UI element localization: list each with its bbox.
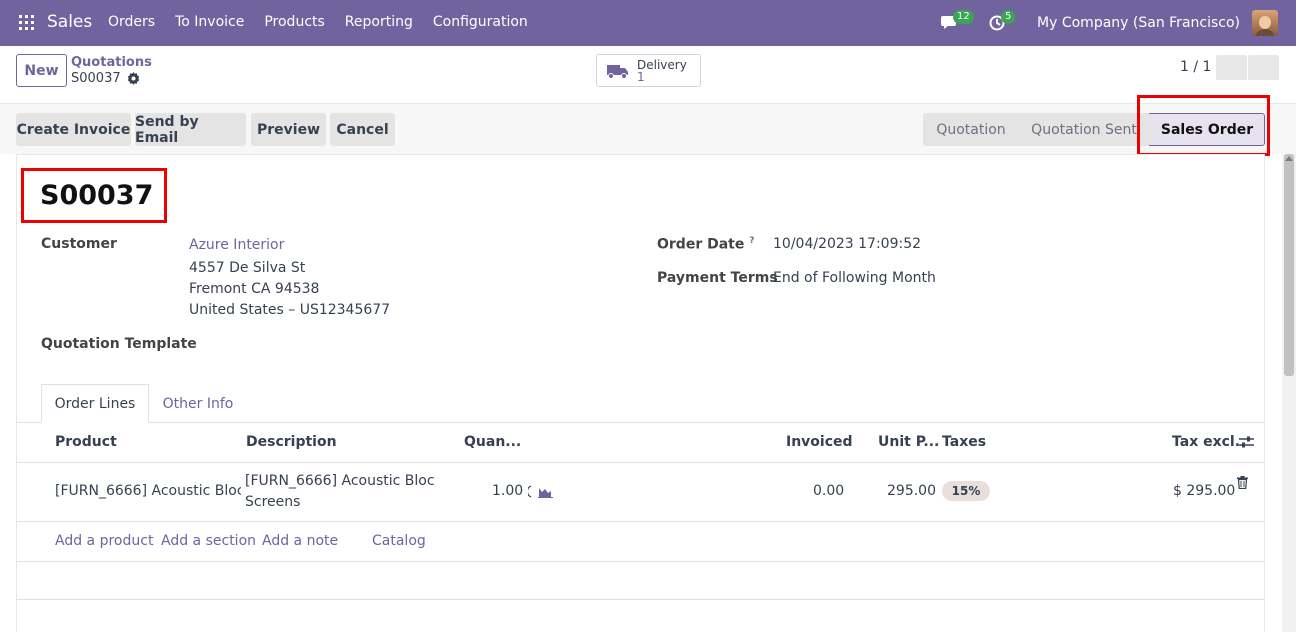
main-menu: Orders To Invoice Products Reporting Con… <box>108 14 548 30</box>
menu-reporting[interactable]: Reporting <box>345 14 413 30</box>
breadcrumb-current: S00037 <box>71 71 140 86</box>
row-product[interactable]: [FURN_6666] Acoustic Bloc Sc <box>55 483 241 499</box>
activities-button[interactable]: 5 <box>989 10 1016 34</box>
form-statusbar: Create Invoice Send by Email Preview Can… <box>0 104 1296 154</box>
messages-button[interactable]: 12 <box>941 10 974 34</box>
add-section-link[interactable]: Add a section <box>161 533 256 549</box>
order-date-value[interactable]: 10/04/2023 17:09:52 <box>773 236 921 252</box>
breadcrumb-current-label: S00037 <box>71 71 121 86</box>
column-invoiced[interactable]: Invoiced <box>786 434 853 450</box>
user-avatar[interactable] <box>1252 10 1278 36</box>
scrollbar-thumb[interactable] <box>1284 154 1294 376</box>
order-date-label: Order Date ? <box>657 236 754 253</box>
customer-address-line1: 4557 De Silva St <box>189 260 306 276</box>
quotation-template-label: Quotation Template <box>41 336 197 352</box>
customer-address-line2: Fremont CA 94538 <box>189 281 320 297</box>
customer-label: Customer <box>41 236 117 252</box>
row-divider <box>17 521 1264 522</box>
trash-icon[interactable] <box>1237 476 1248 489</box>
delivery-count: 1 <box>637 69 645 84</box>
stage-quotation[interactable]: Quotation <box>923 113 1019 146</box>
vertical-scrollbar[interactable] <box>1282 154 1296 632</box>
scroll-up-icon[interactable] <box>1285 156 1293 161</box>
order-date-label-text: Order Date <box>657 236 745 253</box>
order-date-help-icon[interactable]: ? <box>749 236 754 246</box>
customer-link[interactable]: Azure Interior <box>189 237 284 253</box>
optional-columns-icon[interactable] <box>1239 435 1254 449</box>
messages-count-badge: 12 <box>953 10 974 24</box>
create-invoice-button[interactable]: Create Invoice <box>16 113 131 146</box>
column-tax-excl[interactable]: Tax excl. <box>1172 434 1240 450</box>
payment-terms-label: Payment Terms <box>657 270 778 286</box>
company-switcher[interactable]: My Company (San Francisco) <box>1037 15 1240 31</box>
catalog-link[interactable]: Catalog <box>372 533 426 549</box>
add-product-link[interactable]: Add a product <box>55 533 153 549</box>
footer-divider <box>17 599 1264 600</box>
row-description-line1[interactable]: [FURN_6666] Acoustic Bloc <box>245 473 435 489</box>
new-button[interactable]: New <box>16 54 67 87</box>
tab-divider <box>17 422 1264 423</box>
stage-arrow <box>1149 113 1158 146</box>
gear-icon[interactable] <box>127 72 140 85</box>
header-divider <box>17 462 1264 463</box>
row-description-line2[interactable]: Screens <box>245 494 300 510</box>
control-panel: New Quotations S00037 Delivery 1 1 / 1 <box>0 46 1296 104</box>
row-unit-price[interactable]: 295.00 <box>887 483 936 499</box>
stage-quotation-sent[interactable]: Quotation Sent <box>1019 113 1149 146</box>
app-brand[interactable]: Sales <box>47 12 92 32</box>
highlight-box-name <box>21 168 167 223</box>
column-product[interactable]: Product <box>55 434 117 450</box>
pager-next-button[interactable] <box>1248 55 1279 80</box>
delivery-label: Delivery <box>637 57 687 72</box>
column-quantity[interactable]: Quan... <box>464 434 521 450</box>
breadcrumb-parent[interactable]: Quotations <box>71 55 152 70</box>
add-note-link[interactable]: Add a note <box>262 533 338 549</box>
delivery-smart-button[interactable]: Delivery 1 <box>596 54 701 87</box>
menu-to-invoice[interactable]: To Invoice <box>175 14 244 30</box>
column-unit-price[interactable]: Unit P... <box>878 434 939 450</box>
menu-products[interactable]: Products <box>264 14 324 30</box>
preview-button[interactable]: Preview <box>251 113 326 146</box>
send-by-email-button[interactable]: Send by Email <box>135 113 246 146</box>
customer-address-line3: United States – US12345677 <box>189 302 391 318</box>
menu-configuration[interactable]: Configuration <box>433 14 528 30</box>
truck-icon <box>607 64 628 79</box>
tab-order-lines[interactable]: Order Lines <box>41 384 149 423</box>
column-description[interactable]: Description <box>246 434 337 450</box>
row-subtotal: $ 295.00 <box>1173 483 1236 499</box>
pager-previous-button[interactable] <box>1216 55 1247 80</box>
tab-other-info[interactable]: Other Info <box>149 384 247 423</box>
pager-value[interactable]: 1 / 1 <box>1180 59 1211 75</box>
column-taxes[interactable]: Taxes <box>942 434 986 450</box>
row-invoiced[interactable]: 0.00 <box>813 483 844 499</box>
top-navbar: Sales Orders To Invoice Products Reporti… <box>0 0 1296 46</box>
payment-terms-value[interactable]: End of Following Month <box>773 270 936 286</box>
activities-count-badge: 5 <box>1001 10 1016 24</box>
add-links-divider <box>17 561 1264 562</box>
row-quantity[interactable]: 1.00 <box>492 483 523 499</box>
row-tax-badge[interactable]: 15% <box>942 481 990 501</box>
menu-orders[interactable]: Orders <box>108 14 155 30</box>
cancel-button[interactable]: Cancel <box>330 113 395 146</box>
forecast-chart-icon[interactable] <box>528 485 554 498</box>
apps-menu-icon[interactable] <box>19 15 34 30</box>
navbar-systray: 12 5 My Company (San Francisco) <box>941 9 1278 37</box>
